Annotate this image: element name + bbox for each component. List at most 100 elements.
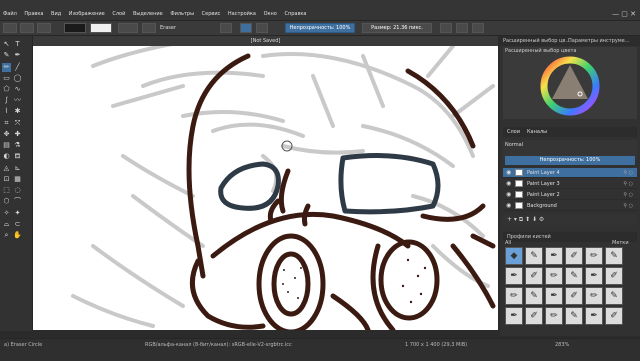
dynamic-brush-icon[interactable]: ⌇ [2, 107, 11, 116]
reference-tool-icon[interactable]: ⊡ [2, 175, 11, 184]
text-tool-icon[interactable]: T [13, 40, 22, 49]
bezier-select-icon[interactable]: ⌓ [2, 220, 11, 229]
freehand-select-icon[interactable]: ⌒ [13, 197, 22, 206]
save-document-icon[interactable] [37, 23, 51, 33]
brush-preset[interactable]: ✏ [585, 247, 603, 265]
open-document-icon[interactable] [20, 23, 34, 33]
polygon-select-icon[interactable]: ⬡ [2, 197, 11, 206]
document-tab[interactable]: [Not Saved] [33, 36, 498, 46]
brush-preset[interactable]: ✒ [545, 247, 563, 265]
rect-select-icon[interactable]: ⬚ [2, 186, 11, 195]
brush-preset[interactable]: ✒ [545, 287, 563, 305]
brush-preset[interactable]: ✎ [525, 247, 543, 265]
assistant-tool-icon[interactable]: ◬ [2, 164, 11, 173]
magnetic-select-icon[interactable]: ⊂ [13, 220, 22, 229]
measure-tool-icon[interactable]: ⊾ [13, 164, 22, 173]
eye-icon[interactable]: ◉ [506, 191, 511, 199]
contiguous-select-icon[interactable]: ✧ [2, 209, 11, 218]
brush-preset[interactable]: ✎ [565, 307, 583, 325]
color-wheel[interactable] [503, 47, 637, 117]
tab-channels[interactable]: Каналы [527, 129, 547, 135]
calligraphy-icon[interactable]: ✒ [13, 51, 22, 60]
eye-icon[interactable]: ◉ [506, 169, 511, 177]
preset-name[interactable]: Eraser [160, 25, 176, 31]
grid-tool-icon[interactable]: ▦ [13, 175, 22, 184]
brush-preset[interactable]: ✐ [605, 267, 623, 285]
new-document-icon[interactable] [3, 23, 17, 33]
edit-shapes-icon[interactable]: ✎ [2, 51, 11, 60]
add-layer-icon[interactable]: + ▾ ⧉ ⬆ ⬇ ⚙ [507, 216, 544, 224]
menu-item-filters[interactable]: Фильтры [167, 11, 197, 17]
mirror-vertical-icon[interactable] [456, 23, 468, 33]
select-shapes-icon[interactable]: ↖ [2, 40, 11, 49]
zoom-tool-icon[interactable]: ⌕ [2, 231, 11, 240]
tab-layers[interactable]: Слои [507, 129, 520, 135]
line-tool-icon[interactable]: ╱ [13, 63, 22, 72]
blend-mode-select[interactable]: Normal [505, 142, 523, 148]
brush-preset[interactable]: ✏ [545, 307, 563, 325]
multibrush-icon[interactable]: ✱ [13, 107, 22, 116]
size-slider[interactable]: Размер: 21.36 пикс. [362, 23, 432, 33]
foreground-color-swatch[interactable] [64, 23, 86, 33]
status-zoom[interactable]: 283% [555, 342, 569, 348]
move-tool-icon[interactable]: ✥ [2, 130, 11, 139]
brush-preset-eraser[interactable]: ◆ [505, 247, 523, 265]
wrap-around-icon[interactable] [472, 23, 484, 33]
brush-preset[interactable]: ✏ [505, 287, 523, 305]
layer-row[interactable]: ◉ Background ⚲ ○ [503, 201, 637, 211]
brush-preset[interactable]: ✐ [525, 307, 543, 325]
layer-row[interactable]: ◉ Paint Layer 2 ⚲ ○ [503, 190, 637, 200]
brush-preset[interactable]: ✐ [605, 307, 623, 325]
ellipse-select-icon[interactable]: ◌ [13, 186, 22, 195]
menu-item-edit[interactable]: Правка [21, 11, 46, 17]
brush-preset[interactable]: ✏ [585, 287, 603, 305]
freehand-brush-icon[interactable]: ✏ [2, 63, 11, 72]
window-controls[interactable]: — ▢ ✕ [612, 10, 636, 18]
eye-icon[interactable]: ◉ [506, 202, 511, 210]
lock-icon[interactable]: ⚲ ○ [623, 192, 633, 198]
brush-filter-select[interactable]: All [505, 240, 511, 246]
colorize-mask-icon[interactable]: ◐ [2, 152, 11, 161]
brush-preset[interactable]: ✐ [565, 247, 583, 265]
brush-preset[interactable]: ✒ [505, 267, 523, 285]
brush-preset[interactable]: ✎ [525, 287, 543, 305]
layer-row[interactable]: ◉ Paint Layer 4 ⚲ ○ [503, 168, 637, 178]
layer-row[interactable]: ◉ Paint Layer 3 ⚲ ○ [503, 179, 637, 189]
brush-preset-icon[interactable] [142, 23, 156, 33]
rectangle-tool-icon[interactable]: ▭ [2, 74, 11, 83]
tab-advanced-color[interactable]: Расширенный выбор цв... [503, 38, 570, 44]
menu-item-image[interactable]: Изображение [66, 11, 108, 17]
background-color-swatch[interactable] [90, 23, 112, 33]
polygon-tool-icon[interactable]: ⬠ [2, 85, 11, 94]
brush-preset[interactable]: ✒ [585, 267, 603, 285]
menu-item-help[interactable]: Справка [281, 11, 309, 17]
polyline-tool-icon[interactable]: ∿ [13, 85, 22, 94]
menu-item-layer[interactable]: Слой [109, 11, 128, 17]
gradient-tool-icon[interactable]: ▤ [2, 141, 11, 150]
menu-item-tools[interactable]: Сервис [199, 11, 224, 17]
color-sampler-icon[interactable]: ⚗ [13, 141, 22, 150]
brush-preset[interactable]: ✎ [605, 247, 623, 265]
brush-preset[interactable]: ✒ [505, 307, 523, 325]
brush-preset[interactable]: ✏ [545, 267, 563, 285]
brush-preset[interactable]: ✒ [585, 307, 603, 325]
freehand-path-icon[interactable]: 〰 [13, 96, 22, 105]
fill-pattern-icon[interactable] [118, 23, 138, 33]
layer-opacity-slider[interactable]: Непрозрачность: 100% [505, 156, 635, 165]
opacity-slider[interactable]: Непрозрачность: 100% [285, 23, 355, 33]
bezier-tool-icon[interactable]: ∫ [2, 96, 11, 105]
lock-icon[interactable]: ⚲ ○ [623, 203, 633, 209]
drawing-canvas[interactable] [33, 46, 498, 330]
pan-tool-icon[interactable]: ✋ [13, 231, 22, 240]
eye-icon[interactable]: ◉ [506, 180, 511, 188]
lock-icon[interactable]: ⚲ ○ [623, 181, 633, 187]
preserve-alpha-icon[interactable] [256, 23, 268, 33]
brush-preset[interactable]: ✐ [525, 267, 543, 285]
eraser-mode-icon[interactable] [240, 23, 252, 33]
crop-tool-icon[interactable]: ⌗ [2, 119, 11, 128]
reload-preset-icon[interactable] [220, 23, 232, 33]
tab-brush-settings[interactable]: Параметры инструме... [568, 38, 629, 44]
brush-preset[interactable]: ✎ [565, 267, 583, 285]
ellipse-tool-icon[interactable]: ◯ [13, 74, 22, 83]
similar-select-icon[interactable]: ✦ [13, 209, 22, 218]
